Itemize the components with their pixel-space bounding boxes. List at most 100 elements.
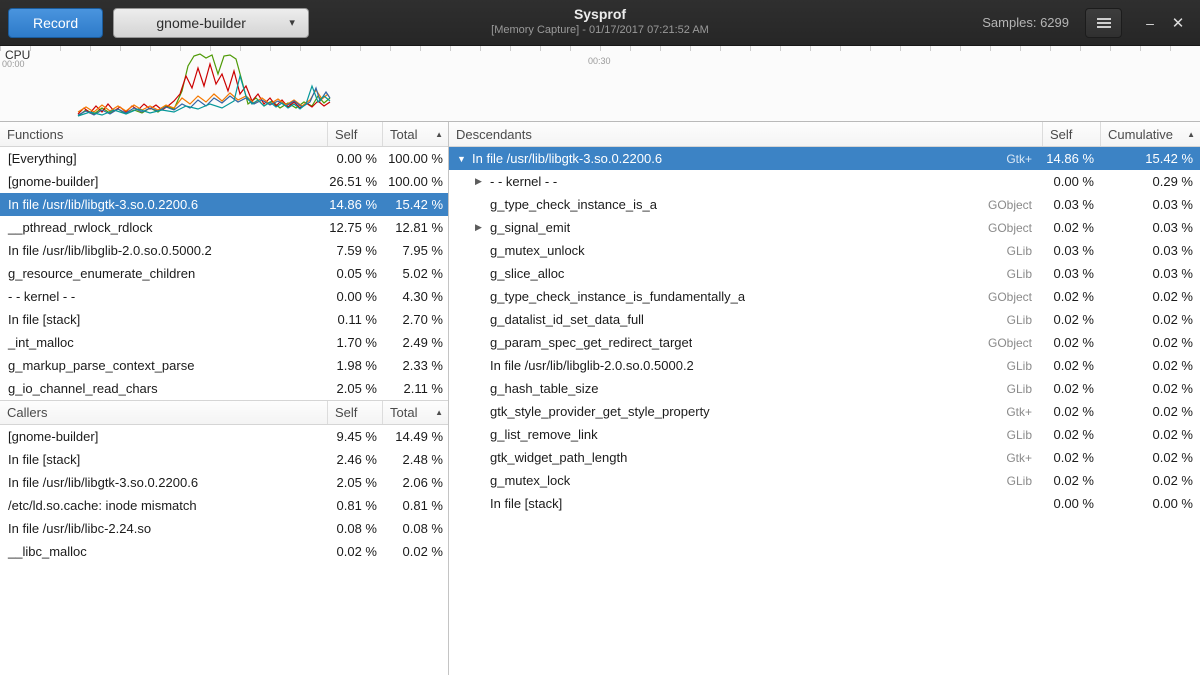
self-percent: 12.75 % — [327, 220, 382, 235]
descendants-row[interactable]: g_type_check_instance_is_aGObject0.03 %0… — [449, 193, 1200, 216]
callers-table-header: Callers Self Total ▲ — [0, 400, 448, 425]
functions-total-column-header[interactable]: Total ▲ — [382, 122, 448, 146]
callers-self-column-header[interactable]: Self — [327, 401, 382, 424]
functions-row[interactable]: g_resource_enumerate_children0.05 %5.02 … — [0, 262, 448, 285]
descendant-name: g_param_spec_get_redirect_target — [490, 335, 692, 350]
functions-row[interactable]: [gnome-builder]26.51 %100.00 % — [0, 170, 448, 193]
total-percent: 100.00 % — [382, 174, 448, 189]
total-percent: 2.70 % — [382, 312, 448, 327]
function-name: - - kernel - - — [0, 289, 327, 304]
descendant-name: In file /usr/lib/libglib-2.0.so.0.5000.2 — [490, 358, 694, 373]
functions-row[interactable]: In file /usr/lib/libgtk-3.so.0.2200.614.… — [0, 193, 448, 216]
left-pane: Functions Self Total ▲ [Everything]0.00 … — [0, 122, 449, 675]
descendants-row[interactable]: g_param_spec_get_redirect_targetGObject0… — [449, 331, 1200, 354]
self-percent: 2.05 % — [327, 475, 382, 490]
self-percent: 9.45 % — [327, 429, 382, 444]
time-label-mid: 00:30 — [588, 56, 611, 66]
cpu-teal-line — [78, 76, 330, 116]
self-percent: 0.05 % — [327, 266, 382, 281]
descendants-self-column-header[interactable]: Self — [1042, 122, 1100, 146]
total-percent: 12.81 % — [382, 220, 448, 235]
functions-column-header[interactable]: Functions — [0, 122, 327, 146]
callers-total-column-header[interactable]: Total ▲ — [382, 401, 448, 424]
total-percent: 100.00 % — [382, 151, 448, 166]
functions-row[interactable]: g_markup_parse_context_parse1.98 %2.33 % — [0, 354, 448, 377]
hamburger-icon — [1097, 16, 1111, 30]
self-percent: 0.11 % — [327, 312, 382, 327]
descendants-row[interactable]: gtk_style_provider_get_style_propertyGtk… — [449, 400, 1200, 423]
callers-column-header[interactable]: Callers — [0, 401, 327, 424]
self-percent: 14.86 % — [1042, 151, 1100, 166]
total-percent: 0.02 % — [382, 544, 448, 559]
descendant-name: g_mutex_lock — [490, 473, 570, 488]
descendants-table-header: Descendants Self Cumulative ▲ — [449, 122, 1200, 147]
descendants-row[interactable]: g_list_remove_linkGLib0.02 %0.02 % — [449, 423, 1200, 446]
descendants-row[interactable]: In file /usr/lib/libglib-2.0.so.0.5000.2… — [449, 354, 1200, 377]
self-percent: 1.70 % — [327, 335, 382, 350]
function-name: _int_malloc — [0, 335, 327, 350]
descendant-name: g_signal_emit — [490, 220, 570, 235]
callers-row[interactable]: /etc/ld.so.cache: inode mismatch0.81 %0.… — [0, 494, 448, 517]
function-name: g_resource_enumerate_children — [0, 266, 327, 281]
self-percent: 0.00 % — [1042, 496, 1100, 511]
descendants-column-header[interactable]: Descendants — [449, 122, 1042, 146]
cumulative-percent: 0.02 % — [1100, 450, 1200, 465]
library-badge: GLib — [1007, 313, 1042, 327]
record-button[interactable]: Record — [8, 8, 103, 38]
process-selector-dropdown[interactable]: gnome-builder ▾ — [113, 8, 309, 38]
functions-row[interactable]: In file [stack]0.11 %2.70 % — [0, 308, 448, 331]
descendants-row[interactable]: gtk_widget_path_lengthGtk+0.02 %0.02 % — [449, 446, 1200, 469]
total-percent: 2.06 % — [382, 475, 448, 490]
library-badge: GObject — [988, 221, 1042, 235]
dropdown-arrow-icon: ▾ — [282, 16, 302, 29]
cpu-timeline[interactable]: CPU 00:00 00:30 — [0, 46, 1200, 122]
functions-row[interactable]: __pthread_rwlock_rdlock12.75 %12.81 % — [0, 216, 448, 239]
total-percent: 4.30 % — [382, 289, 448, 304]
main-panes: Functions Self Total ▲ [Everything]0.00 … — [0, 122, 1200, 675]
self-percent: 26.51 % — [327, 174, 382, 189]
callers-row[interactable]: [gnome-builder]9.45 %14.49 % — [0, 425, 448, 448]
callers-row[interactable]: In file /usr/lib/libgtk-3.so.0.2200.62.0… — [0, 471, 448, 494]
library-badge: GObject — [988, 290, 1042, 304]
cumulative-percent: 0.03 % — [1100, 243, 1200, 258]
cumulative-percent: 0.02 % — [1100, 381, 1200, 396]
descendants-row[interactable]: In file [stack]0.00 %0.00 % — [449, 492, 1200, 515]
functions-row[interactable]: g_io_channel_read_chars2.05 %2.11 % — [0, 377, 448, 400]
functions-row[interactable]: In file /usr/lib/libglib-2.0.so.0.5000.2… — [0, 239, 448, 262]
callers-row[interactable]: In file /usr/lib/libc-2.24.so0.08 %0.08 … — [0, 517, 448, 540]
total-percent: 15.42 % — [382, 197, 448, 212]
descendants-row[interactable]: ▶g_signal_emitGObject0.02 %0.03 % — [449, 216, 1200, 239]
minimize-button[interactable]: – — [1136, 8, 1164, 38]
descendants-row[interactable]: g_type_check_instance_is_fundamentally_a… — [449, 285, 1200, 308]
library-badge: GLib — [1007, 382, 1042, 396]
expand-arrow-icon[interactable]: ▶ — [475, 176, 485, 187]
expand-arrow-icon[interactable]: ▶ — [475, 222, 485, 233]
callers-row[interactable]: In file [stack]2.46 %2.48 % — [0, 448, 448, 471]
descendants-row[interactable]: ▶- - kernel - -0.00 %0.29 % — [449, 170, 1200, 193]
function-name: In file /usr/lib/libglib-2.0.so.0.5000.2 — [0, 243, 327, 258]
descendants-row[interactable]: g_mutex_lockGLib0.02 %0.02 % — [449, 469, 1200, 492]
collapse-arrow-icon[interactable]: ▼ — [457, 154, 467, 164]
menu-button[interactable] — [1085, 8, 1122, 38]
descendants-row[interactable]: g_datalist_id_set_data_fullGLib0.02 %0.0… — [449, 308, 1200, 331]
functions-self-column-header[interactable]: Self — [327, 122, 382, 146]
descendants-row[interactable]: g_hash_table_sizeGLib0.02 %0.02 % — [449, 377, 1200, 400]
descendants-cumulative-column-header[interactable]: Cumulative ▲ — [1100, 122, 1200, 146]
descendants-row[interactable]: g_mutex_unlockGLib0.03 %0.03 % — [449, 239, 1200, 262]
function-name: In file [stack] — [0, 312, 327, 327]
functions-row[interactable]: _int_malloc1.70 %2.49 % — [0, 331, 448, 354]
descendant-name: g_hash_table_size — [490, 381, 598, 396]
descendants-row[interactable]: ▼In file /usr/lib/libgtk-3.so.0.2200.6Gt… — [449, 147, 1200, 170]
self-percent: 0.03 % — [1042, 266, 1100, 281]
functions-row[interactable]: - - kernel - -0.00 %4.30 % — [0, 285, 448, 308]
callers-row[interactable]: __libc_malloc0.02 %0.02 % — [0, 540, 448, 563]
sort-ascending-icon: ▲ — [1187, 130, 1195, 139]
descendant-name: gtk_widget_path_length — [490, 450, 627, 465]
close-button[interactable]: ✕ — [1164, 8, 1192, 38]
functions-row[interactable]: [Everything]0.00 %100.00 % — [0, 147, 448, 170]
cumulative-header-label: Cumulative — [1108, 127, 1173, 142]
function-name: In file /usr/lib/libgtk-3.so.0.2200.6 — [0, 475, 327, 490]
cumulative-percent: 15.42 % — [1100, 151, 1200, 166]
self-percent: 0.02 % — [1042, 473, 1100, 488]
descendants-row[interactable]: g_slice_allocGLib0.03 %0.03 % — [449, 262, 1200, 285]
